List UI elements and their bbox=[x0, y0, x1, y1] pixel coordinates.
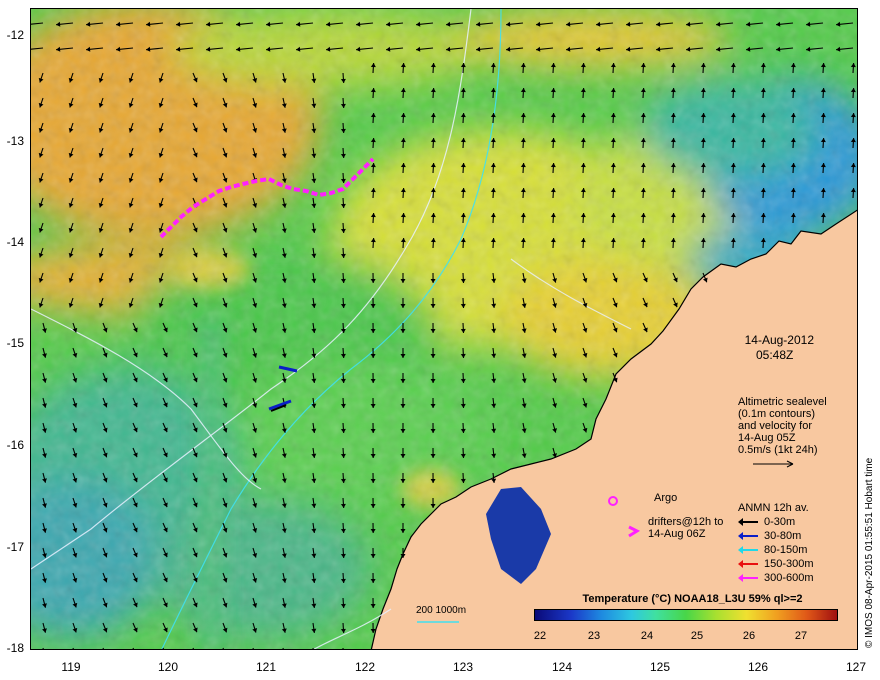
altimetry-line: 14-Aug 05Z bbox=[738, 432, 796, 444]
drifters-label-line: drifters@12h to bbox=[648, 516, 724, 528]
lon-tick: 121 bbox=[255, 660, 277, 674]
arrow-icon bbox=[738, 560, 758, 569]
lat-tick: -16 bbox=[6, 438, 24, 452]
map-canvas bbox=[31, 9, 857, 649]
lat-tick: -15 bbox=[6, 336, 24, 350]
lon-tick: 125 bbox=[649, 660, 671, 674]
lat-tick: -12 bbox=[6, 28, 24, 42]
lat-tick: -17 bbox=[6, 540, 24, 554]
lat-tick: -18 bbox=[6, 641, 24, 655]
credit-text: © IMOS 08-Apr-2015 01:55:51 Hobart time bbox=[864, 457, 875, 648]
image-date: 14-Aug-2012 bbox=[744, 333, 814, 347]
anmn-title: ANMN 12h av. bbox=[738, 502, 809, 514]
lon-tick: 126 bbox=[747, 660, 769, 674]
anmn-legend-label: 150-300m bbox=[764, 558, 814, 570]
anmn-legend-label: 80-150m bbox=[764, 544, 808, 556]
altimetry-line: 0.5m/s (1kt 24h) bbox=[738, 444, 818, 456]
anmn-legend-label: 30-80m bbox=[764, 530, 802, 542]
isobath-legend-label: 200 1000m bbox=[416, 605, 467, 616]
anmn-legend-label: 300-600m bbox=[764, 572, 814, 584]
anmn-legend-item: 80-150m bbox=[738, 544, 808, 556]
lon-tick: 120 bbox=[157, 660, 179, 674]
argo-label: Argo bbox=[654, 492, 678, 504]
colorbar-tick: 27 bbox=[794, 630, 808, 642]
arrow-icon bbox=[738, 574, 758, 583]
lon-tick: 119 bbox=[61, 660, 81, 674]
colorbar-tick: 24 bbox=[640, 630, 654, 642]
colorbar-tick: 26 bbox=[742, 630, 756, 642]
colorbar-title: Temperature (°C) NOAA18_L3U 59% ql>=2 bbox=[582, 593, 803, 605]
altimetry-line: Altimetric sealevel bbox=[738, 396, 827, 408]
altimetry-line: (0.1m contours) bbox=[738, 408, 816, 420]
image-time: 05:48Z bbox=[756, 348, 794, 362]
colorbar-tick: 23 bbox=[587, 630, 601, 642]
anmn-legend-item: 150-300m bbox=[738, 558, 814, 570]
altimetry-line: and velocity for bbox=[738, 420, 812, 432]
arrow-icon bbox=[738, 518, 758, 527]
anmn-legend-item: 300-600m bbox=[738, 572, 814, 584]
lon-tick: 124 bbox=[551, 660, 573, 674]
lon-tick: 127 bbox=[845, 660, 867, 674]
lon-tick: 122 bbox=[354, 660, 376, 674]
drifters-label-line: 14-Aug 06Z bbox=[648, 528, 706, 540]
lon-tick: 123 bbox=[452, 660, 474, 674]
arrow-icon bbox=[738, 532, 758, 541]
lat-tick: -13 bbox=[6, 134, 24, 148]
arrow-icon bbox=[738, 546, 758, 555]
lat-tick: -14 bbox=[6, 235, 24, 249]
sst-map bbox=[30, 8, 858, 650]
anmn-legend-item: 30-80m bbox=[738, 530, 802, 542]
temperature-colorbar bbox=[534, 609, 838, 621]
anmn-legend-item: 0-30m bbox=[738, 516, 796, 528]
colorbar-tick: 22 bbox=[533, 630, 547, 642]
anmn-legend-label: 0-30m bbox=[764, 516, 796, 528]
colorbar-tick: 25 bbox=[690, 630, 704, 642]
